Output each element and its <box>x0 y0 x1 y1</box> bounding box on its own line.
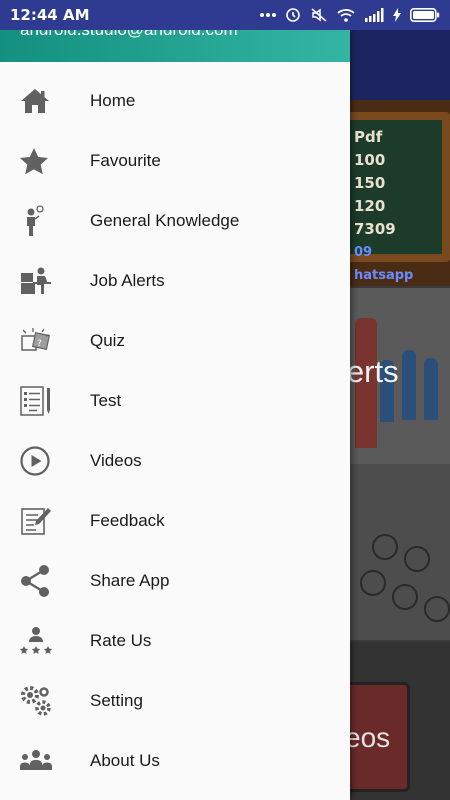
menu-item-home[interactable]: Home <box>0 71 350 131</box>
menu-item-label: About Us <box>90 751 160 770</box>
feedback-edit-icon <box>0 491 90 551</box>
menu-item-rate-us[interactable]: Rate Us <box>0 611 350 671</box>
board-line: hatsapp <box>354 268 414 283</box>
drawer-header: android.studio@android.com <box>0 30 350 62</box>
wifi-icon <box>337 8 355 22</box>
menu-item-label: Rate Us <box>90 631 152 650</box>
menu-item-label: Home <box>90 91 136 110</box>
menu-item-label: General Knowledge <box>90 211 240 230</box>
board-line: 150 <box>354 174 386 192</box>
status-icons <box>260 7 440 23</box>
figure-blue <box>402 350 416 420</box>
figure-blue <box>424 358 438 420</box>
play-circle-icon <box>0 431 90 491</box>
answer-bubble <box>392 584 418 610</box>
menu-item-label: Quiz <box>90 331 125 350</box>
sync-icon <box>285 7 301 23</box>
navigation-drawer: android.studio@android.com Home Favourit… <box>0 30 350 800</box>
menu-item-label: Setting <box>90 691 143 710</box>
more-dots-icon <box>260 12 276 18</box>
charging-icon <box>393 8 401 22</box>
answer-bubble <box>360 570 386 596</box>
status-time: 12:44 AM <box>10 6 90 24</box>
answer-bubble <box>424 596 450 622</box>
menu-item-favourite[interactable]: Favourite <box>0 131 350 191</box>
gears-icon <box>0 671 90 731</box>
person-desk-icon <box>0 251 90 311</box>
svg-text:?: ? <box>37 339 42 349</box>
rating-person-icon <box>0 611 90 671</box>
menu-item-label: Job Alerts <box>90 271 165 290</box>
board-line: 120 <box>354 197 386 215</box>
star-icon <box>0 131 90 191</box>
card-title: eos <box>345 722 391 753</box>
user-email: android.studio@android.com <box>20 30 238 40</box>
board-line: 7309 <box>354 220 396 238</box>
menu-item-videos[interactable]: Videos <box>0 431 350 491</box>
menu-item-label: Videos <box>90 451 142 470</box>
answer-bubble <box>372 534 398 560</box>
menu-item-label: Share App <box>90 571 170 590</box>
menu-item-setting[interactable]: Setting <box>0 671 350 731</box>
board-line: 100 <box>354 151 386 169</box>
menu-item-general-knowledge[interactable]: General Knowledge <box>0 191 350 251</box>
checklist-icon <box>0 371 90 431</box>
menu-item-about-us[interactable]: About Us <box>0 731 350 791</box>
menu-item-job-alerts[interactable]: Job Alerts <box>0 251 350 311</box>
menu-item-label: Feedback <box>90 511 165 530</box>
menu-item-share-app[interactable]: Share App <box>0 551 350 611</box>
menu-item-label: Favourite <box>90 151 161 170</box>
quiz-icon: ? <box>0 311 90 371</box>
menu-item-test[interactable]: Test <box>0 371 350 431</box>
signal-icon <box>364 8 384 22</box>
menu-item-label: Test <box>90 391 122 410</box>
menu-item-feedback[interactable]: Feedback <box>0 491 350 551</box>
drawer-menu: Home Favourite General Knowledge Job Ale… <box>0 71 350 791</box>
share-icon <box>0 551 90 611</box>
mute-icon <box>310 7 328 23</box>
battery-icon <box>410 8 440 22</box>
home-icon <box>0 71 90 131</box>
answer-bubble <box>404 546 430 572</box>
board-line: Pdf <box>354 128 383 146</box>
board-line: 09 <box>354 245 373 260</box>
person-idea-icon <box>0 191 90 251</box>
group-icon <box>0 731 90 791</box>
status-bar: 12:44 AM <box>0 0 450 30</box>
menu-item-quiz[interactable]: ? Quiz <box>0 311 350 371</box>
